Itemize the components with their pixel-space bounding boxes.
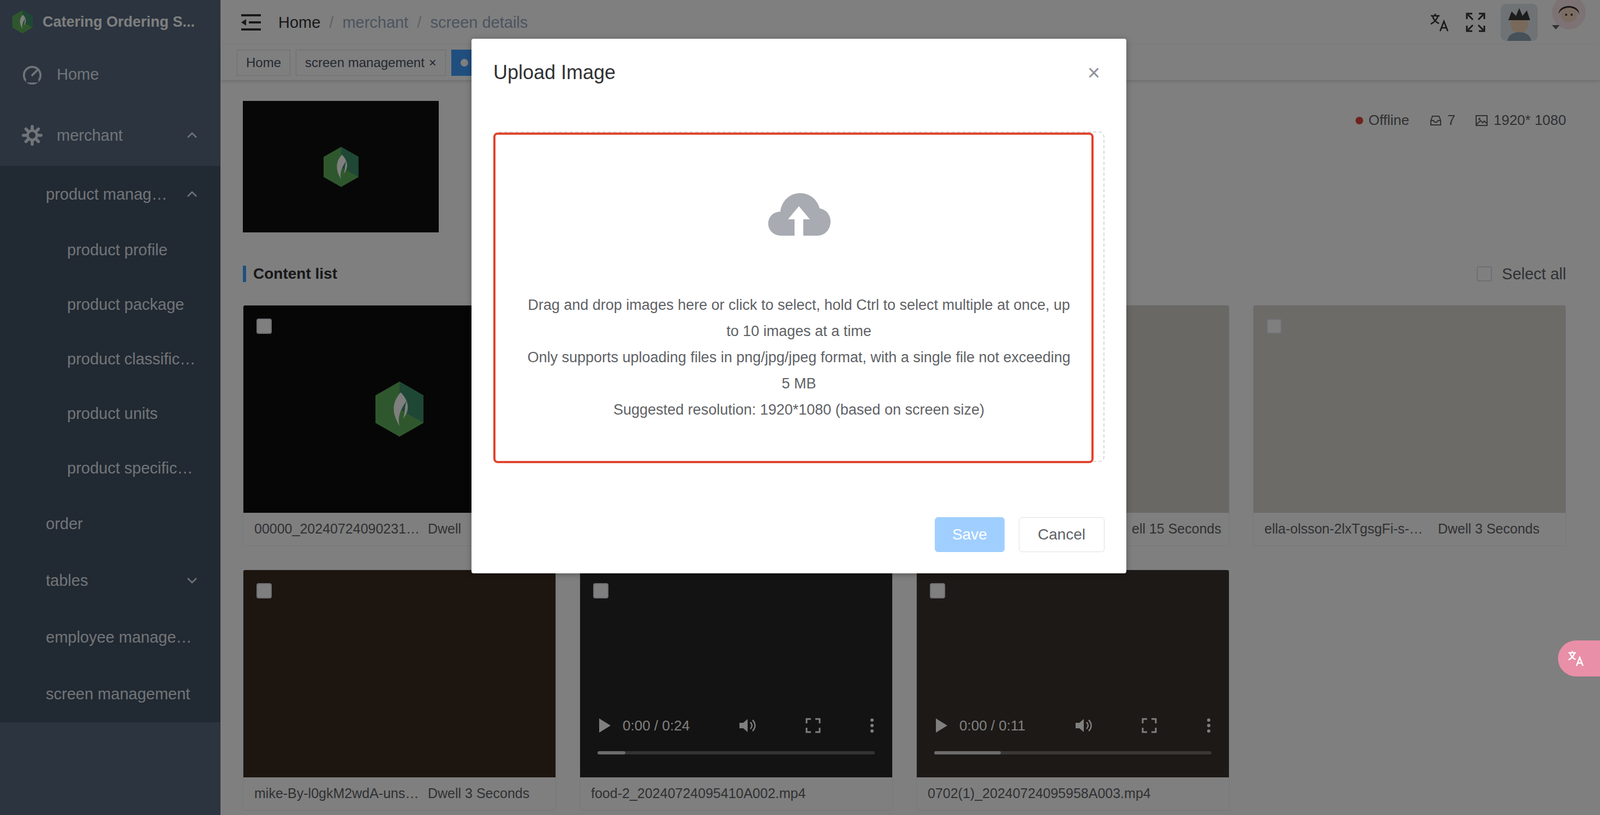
translate-icon xyxy=(1566,649,1586,668)
save-button: Save xyxy=(934,517,1005,553)
upload-hint: Only supports uploading files in png/jpg… xyxy=(526,344,1072,397)
upload-hint: Suggested resolution: 1920*1080 (based o… xyxy=(526,396,1072,423)
upload-dialog: Upload Image × Drag and drop images here o… xyxy=(471,38,1127,574)
upload-hint: Drag and drop images here or click to se… xyxy=(526,291,1072,345)
translate-bubble[interactable] xyxy=(1557,640,1600,677)
dialog-title: Upload Image xyxy=(493,61,616,85)
translate-icon xyxy=(1566,649,1586,668)
upload-dropzone[interactable]: Drag and drop images here or click to se… xyxy=(493,131,1105,463)
upload-area[interactable]: Drag and drop images here or click to se… xyxy=(493,131,1105,463)
cloud-upload-icon xyxy=(766,189,832,256)
dialog-footer: Save Cancel xyxy=(493,517,1105,553)
cloud-upload-icon xyxy=(766,189,832,240)
dialog-header: Upload Image × xyxy=(493,60,1105,85)
upload-hints: Drag and drop images here or click to se… xyxy=(526,291,1072,423)
close-button[interactable]: × xyxy=(1087,61,1105,84)
cancel-button[interactable]: Cancel xyxy=(1018,517,1105,553)
highlight-box xyxy=(493,132,1094,464)
